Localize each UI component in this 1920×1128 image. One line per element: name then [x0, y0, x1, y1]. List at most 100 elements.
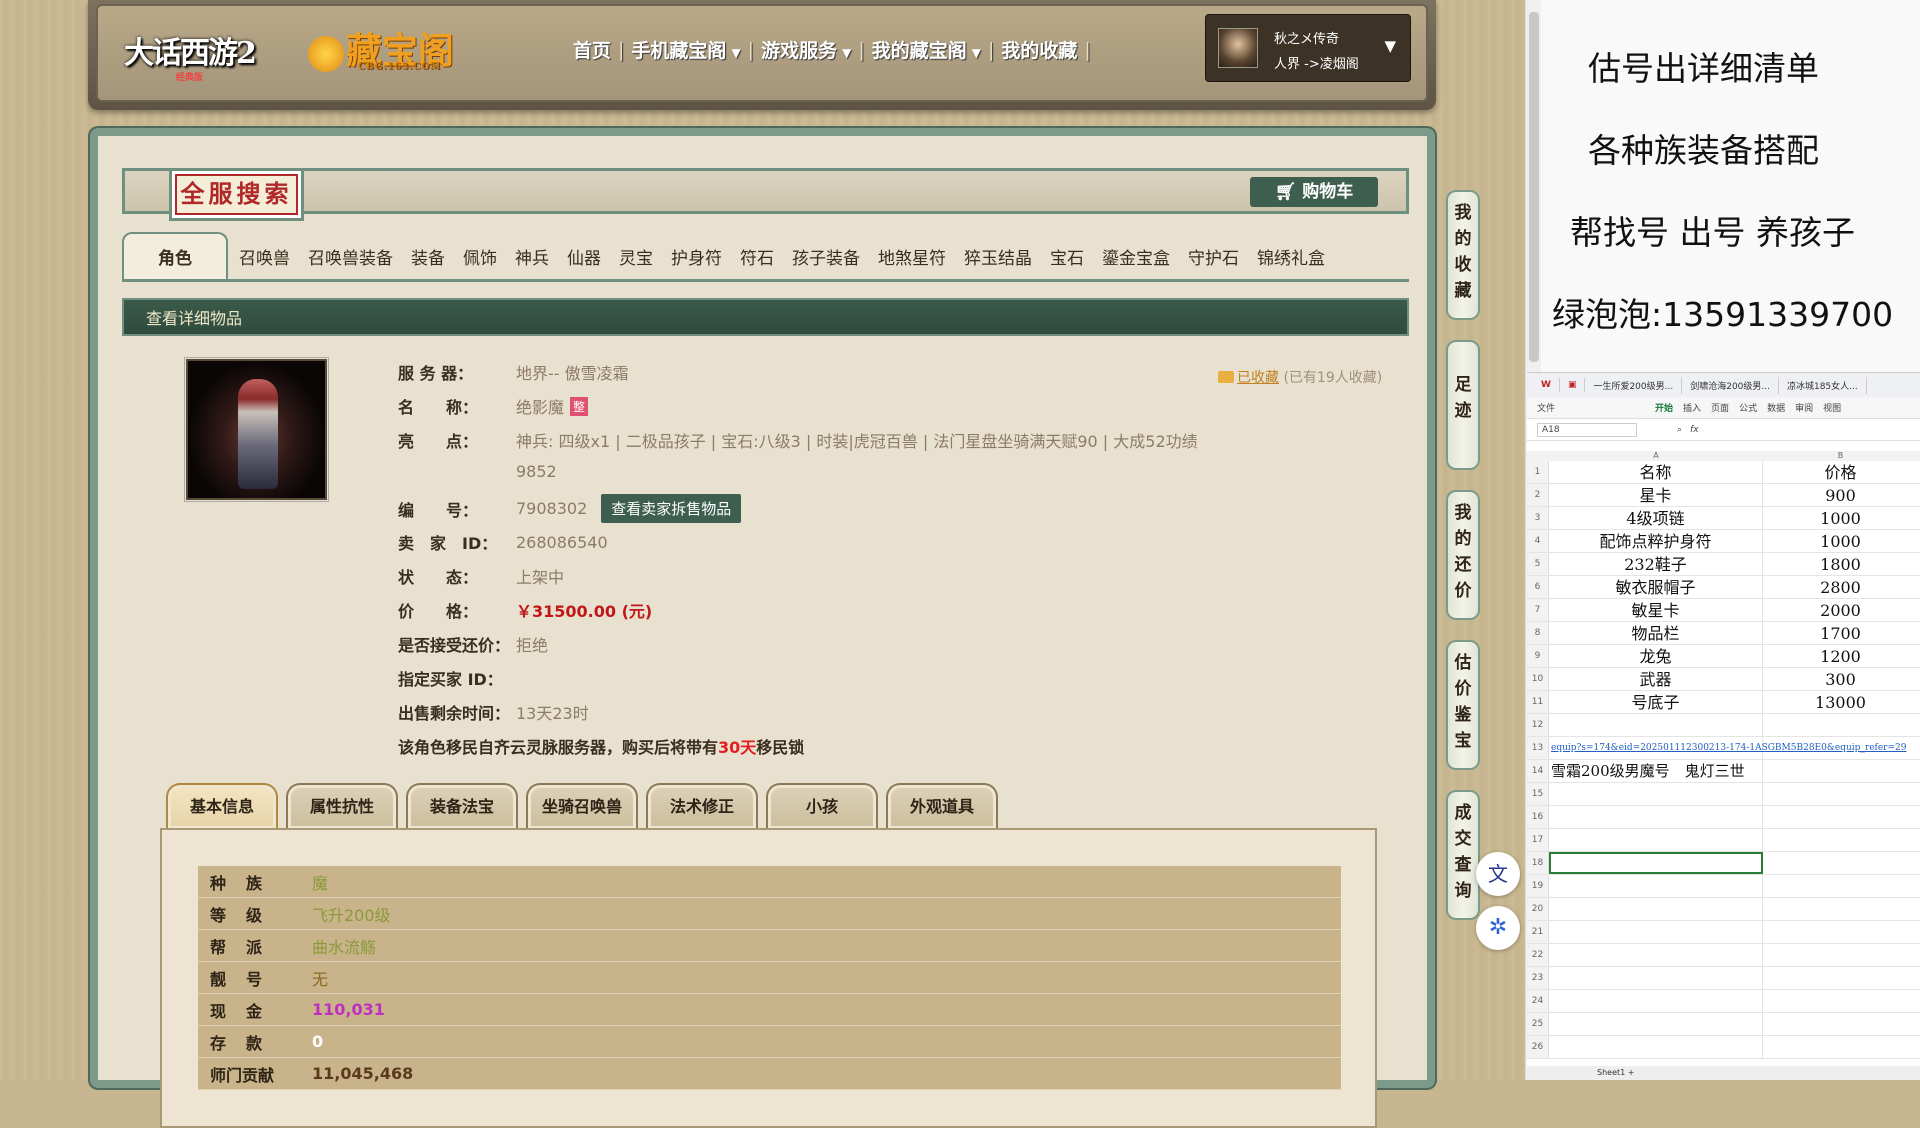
side-my-offers-button[interactable]: 我的还价 [1446, 490, 1480, 620]
cell-b[interactable] [1763, 921, 1918, 943]
cell-a[interactable] [1549, 944, 1763, 966]
cell-b[interactable] [1763, 898, 1918, 920]
tab-role[interactable]: 角色 [122, 232, 228, 279]
favorited-link[interactable]: 已收藏 [1237, 370, 1279, 386]
cell-a[interactable]: equip?s=174&eid=202501112300213-174-1ASG… [1549, 737, 1906, 759]
row-number[interactable]: 24 [1527, 990, 1549, 1012]
tab-gift-box[interactable]: 锦绣礼盒 [1248, 244, 1334, 279]
subtab-equipment[interactable]: 装备法宝 [406, 783, 518, 829]
tab-divine-weapon[interactable]: 神兵 [506, 244, 558, 279]
side-my-favorites-button[interactable]: 我的收藏 [1446, 190, 1480, 320]
tab-spirit-treasure[interactable]: 灵宝 [610, 244, 662, 279]
cell-b[interactable] [1763, 1013, 1918, 1035]
cell-a[interactable] [1549, 967, 1763, 989]
nav-game-services[interactable]: 游戏服务 ▼ [754, 36, 858, 63]
menu-insert[interactable]: 插入 [1683, 401, 1701, 414]
sheet-tab[interactable]: Sheet1 [1597, 1068, 1625, 1077]
cell-a[interactable] [1549, 1013, 1763, 1035]
cell-b[interactable]: 1700 [1763, 622, 1918, 644]
cell-a[interactable]: 号底子 [1549, 691, 1763, 713]
cell-a[interactable] [1549, 714, 1763, 736]
row-number[interactable]: 13 [1527, 737, 1549, 759]
menu-home[interactable]: 开始 [1655, 401, 1673, 414]
cell-b[interactable] [1763, 737, 1918, 759]
row-number[interactable]: 11 [1527, 691, 1549, 713]
row-number[interactable]: 25 [1527, 1013, 1549, 1035]
scrollbar-thumb[interactable] [1529, 12, 1539, 362]
row-number[interactable]: 19 [1527, 875, 1549, 897]
subtab-child[interactable]: 小孩 [766, 783, 878, 829]
subtab-spell-correction[interactable]: 法术修正 [646, 783, 758, 829]
menu-file[interactable]: 文件 [1537, 401, 1555, 414]
cell-a[interactable]: 敏星卡 [1549, 599, 1763, 621]
row-number[interactable]: 20 [1527, 898, 1549, 920]
cell-a[interactable] [1549, 852, 1763, 874]
row-number[interactable]: 2 [1527, 484, 1549, 506]
site-logo[interactable]: 藏宝阁 CBG.163.COM [308, 22, 454, 74]
cell-b[interactable] [1763, 760, 1918, 782]
fx-icon[interactable]: fx [1690, 425, 1699, 435]
cell-b[interactable] [1763, 852, 1918, 874]
row-number[interactable]: 6 [1527, 576, 1549, 598]
cell-b[interactable] [1763, 806, 1918, 828]
tab-summon[interactable]: 召唤兽 [230, 244, 299, 279]
cell-b[interactable] [1763, 783, 1918, 805]
row-number[interactable]: 14 [1527, 760, 1549, 782]
row-number[interactable]: 7 [1527, 599, 1549, 621]
game-logo[interactable]: 大话西游2 经典版 [124, 28, 257, 83]
cell-a[interactable] [1549, 990, 1763, 1012]
cell-b[interactable] [1763, 967, 1918, 989]
side-appraisal-button[interactable]: 估价鉴宝 [1446, 640, 1480, 770]
menu-data[interactable]: 数据 [1767, 401, 1785, 414]
cell-b[interactable] [1763, 714, 1918, 736]
sheet-doc-tab[interactable]: 凉冰城185女人... [1779, 376, 1867, 394]
seller-items-button[interactable]: 查看卖家拆售物品 [601, 494, 742, 523]
cell-b[interactable]: 1800 [1763, 553, 1918, 575]
row-number[interactable]: 15 [1527, 783, 1549, 805]
cell-a[interactable] [1549, 1036, 1763, 1058]
subtab-appearance[interactable]: 外观道具 [886, 783, 998, 829]
sheet-doc-tab[interactable]: 剑啸沧海200级男... [1682, 376, 1779, 394]
menu-page[interactable]: 页面 [1711, 401, 1729, 414]
tab-rune[interactable]: 符石 [731, 244, 783, 279]
cell-a[interactable]: 龙兔 [1549, 645, 1763, 667]
side-deal-query-button[interactable]: 成交查询 [1446, 790, 1480, 920]
tab-guard-stone[interactable]: 守护石 [1179, 244, 1248, 279]
row-number[interactable]: 17 [1527, 829, 1549, 851]
row-number[interactable]: 23 [1527, 967, 1549, 989]
tab-immortal-item[interactable]: 仙器 [558, 244, 610, 279]
cell-a[interactable] [1549, 829, 1763, 851]
nav-home[interactable]: 首页 [566, 36, 618, 63]
row-number[interactable]: 9 [1527, 645, 1549, 667]
cell-b[interactable] [1763, 875, 1918, 897]
network-icon[interactable]: ✲ [1476, 906, 1520, 950]
side-footprint-button[interactable]: 足迹 [1446, 340, 1480, 470]
row-number[interactable]: 26 [1527, 1036, 1549, 1058]
row-number[interactable]: 3 [1527, 507, 1549, 529]
cell-a[interactable] [1549, 783, 1763, 805]
cell-a[interactable]: 星卡 [1549, 484, 1763, 506]
cell-b[interactable] [1763, 990, 1918, 1012]
cell-name-box[interactable]: A18 [1537, 422, 1637, 437]
tab-gem[interactable]: 宝石 [1041, 244, 1093, 279]
row-number[interactable]: 5 [1527, 553, 1549, 575]
cell-b[interactable]: 1000 [1763, 530, 1918, 552]
tab-star-talisman[interactable]: 地煞星符 [869, 244, 955, 279]
menu-review[interactable]: 审阅 [1795, 401, 1813, 414]
subtab-basic-info[interactable]: 基本信息 [166, 783, 278, 829]
cell-a[interactable] [1549, 806, 1763, 828]
row-number[interactable]: 10 [1527, 668, 1549, 690]
tab-child-equip[interactable]: 孩子装备 [783, 244, 869, 279]
cell-b[interactable]: 1000 [1763, 507, 1918, 529]
cell-b[interactable] [1763, 1036, 1918, 1058]
menu-formula[interactable]: 公式 [1739, 401, 1757, 414]
user-menu[interactable]: 秋之メ传奇 人界 ->凌烟阁 ▼ [1205, 14, 1411, 82]
cell-b[interactable]: 2800 [1763, 576, 1918, 598]
add-sheet-icon[interactable]: + [1628, 1068, 1635, 1077]
cell-a[interactable] [1549, 921, 1763, 943]
global-search-button[interactable]: 全服搜索 [169, 168, 304, 221]
subtab-mounts-summons[interactable]: 坐骑召唤兽 [526, 783, 638, 829]
cart-button[interactable]: 🛒︎ 购物车 [1250, 177, 1378, 207]
col-header[interactable]: B [1763, 451, 1918, 461]
sheet-doc-tab[interactable]: 一生所爱200级男... [1585, 376, 1683, 394]
